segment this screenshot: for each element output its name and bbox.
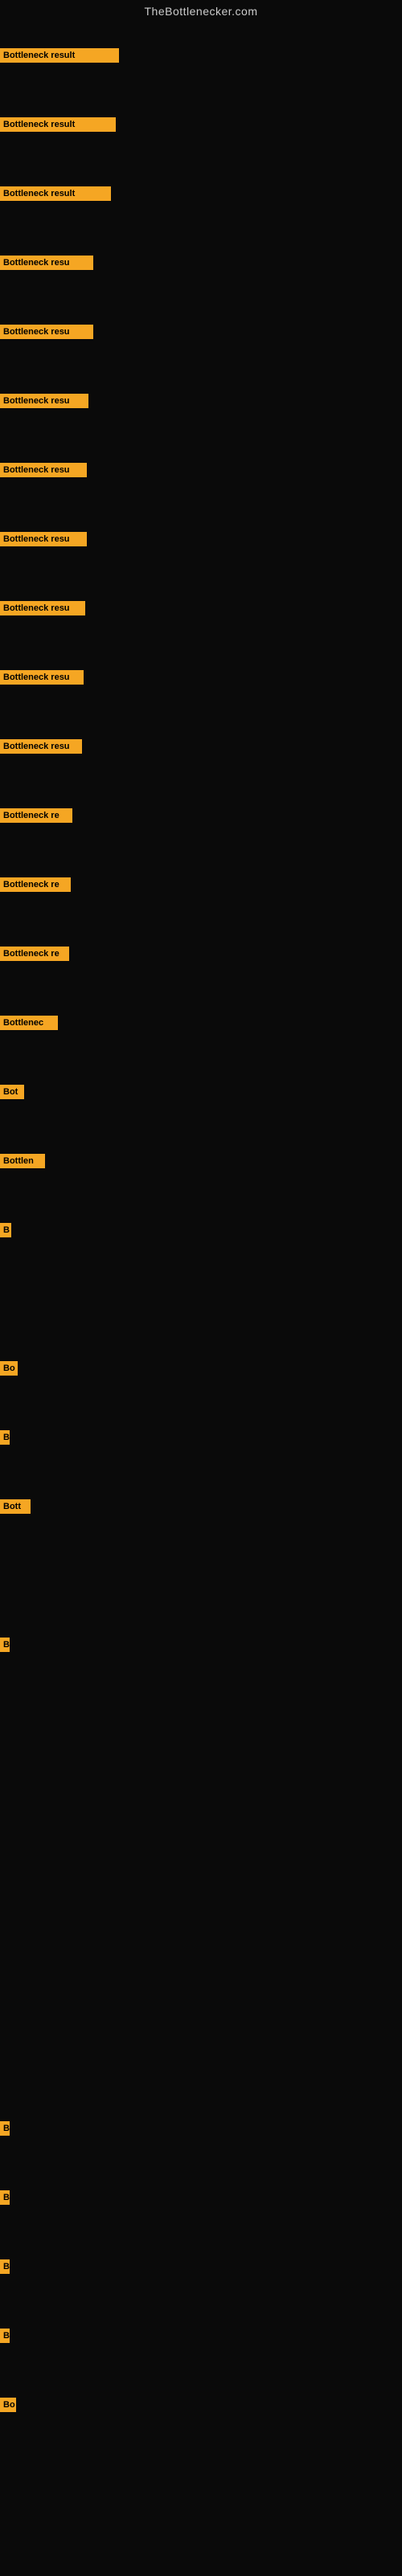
bottleneck-result-label-13: Bottleneck re [0,877,71,892]
bar-row-12: Bottleneck re [0,808,72,823]
bar-row-23: B [0,2121,10,2136]
bar-row-6: Bottleneck resu [0,394,88,408]
bottleneck-result-label-1: Bottleneck result [0,48,119,63]
bar-row-16: Bot [0,1085,24,1099]
bottleneck-result-label-20: B [0,1430,10,1445]
bottleneck-result-label-8: Bottleneck resu [0,532,87,546]
bar-row-21: Bott [0,1499,31,1514]
bottleneck-result-label-7: Bottleneck resu [0,463,87,477]
bottleneck-result-label-2: Bottleneck result [0,117,116,132]
bar-row-1: Bottleneck result [0,48,119,63]
bar-row-17: Bottlen [0,1154,45,1168]
bar-row-3: Bottleneck result [0,186,111,201]
bar-row-22: B [0,1638,10,1652]
bottleneck-result-label-11: Bottleneck resu [0,739,82,754]
bottleneck-result-label-27: Bo [0,2398,16,2412]
bottleneck-result-label-18: B [0,1223,11,1237]
bottleneck-result-label-26: B [0,2329,10,2343]
bottleneck-result-label-23: B [0,2121,10,2136]
bar-row-4: Bottleneck resu [0,256,93,270]
bottleneck-result-label-21: Bott [0,1499,31,1514]
site-title: TheBottlenecker.com [0,0,402,21]
bottleneck-result-label-9: Bottleneck resu [0,601,85,615]
bar-row-20: B [0,1430,10,1445]
bottleneck-result-label-16: Bot [0,1085,24,1099]
bar-row-10: Bottleneck resu [0,670,84,685]
bottleneck-result-label-12: Bottleneck re [0,808,72,823]
bottleneck-result-label-22: B [0,1638,10,1652]
bar-row-18: B [0,1223,11,1237]
bottleneck-result-label-6: Bottleneck resu [0,394,88,408]
bar-row-9: Bottleneck resu [0,601,85,615]
bar-row-27: Bo [0,2398,16,2412]
bottleneck-result-label-15: Bottlenec [0,1016,58,1030]
bottleneck-result-label-5: Bottleneck resu [0,325,93,339]
bar-row-14: Bottleneck re [0,947,69,961]
bar-row-7: Bottleneck resu [0,463,87,477]
bottleneck-result-label-24: B [0,2190,10,2205]
bar-row-15: Bottlenec [0,1016,58,1030]
bottleneck-result-label-10: Bottleneck resu [0,670,84,685]
bar-row-24: B [0,2190,10,2205]
bottleneck-result-label-3: Bottleneck result [0,186,111,201]
bottleneck-result-label-14: Bottleneck re [0,947,69,961]
bar-row-13: Bottleneck re [0,877,71,892]
bar-row-26: B [0,2329,10,2343]
bar-row-11: Bottleneck resu [0,739,82,754]
bottleneck-result-label-19: Bo [0,1361,18,1376]
bar-row-19: Bo [0,1361,18,1376]
bar-row-2: Bottleneck result [0,117,116,132]
bar-row-25: B [0,2259,10,2274]
bar-row-5: Bottleneck resu [0,325,93,339]
bottleneck-result-label-17: Bottlen [0,1154,45,1168]
bottleneck-result-label-4: Bottleneck resu [0,256,93,270]
bar-row-8: Bottleneck resu [0,532,87,546]
bottleneck-result-label-25: B [0,2259,10,2274]
